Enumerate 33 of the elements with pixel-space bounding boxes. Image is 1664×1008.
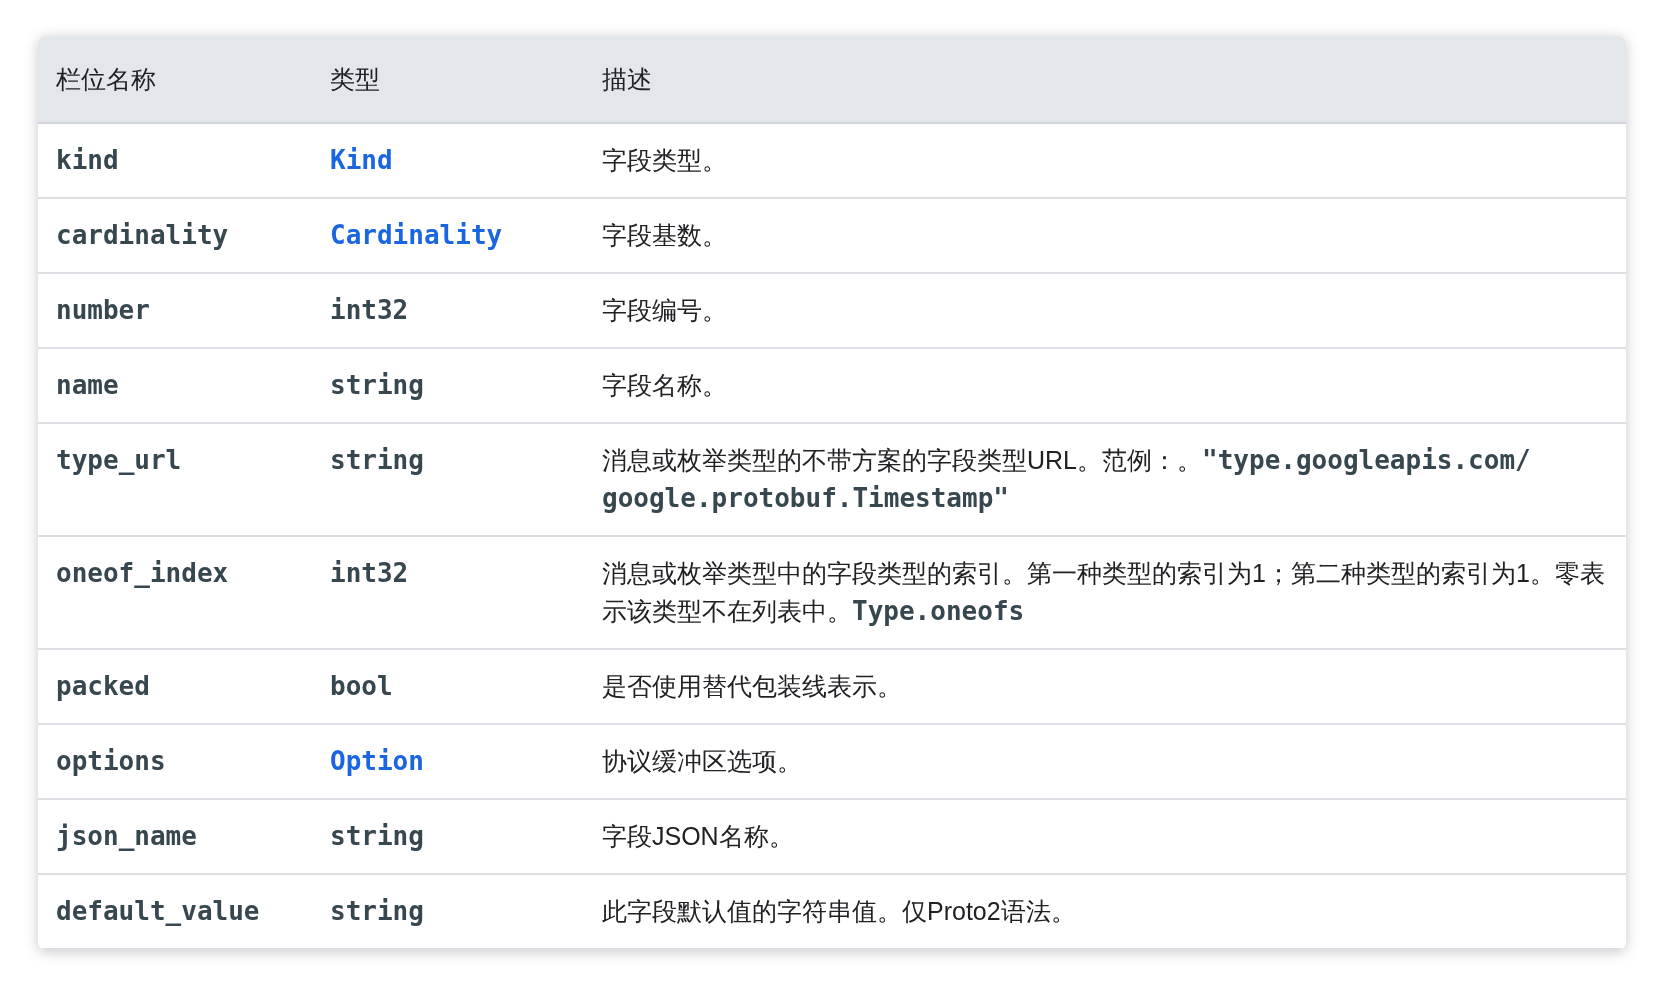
field-description: 协议缓冲区选项。 [602,747,802,775]
field-description: 消息或枚举类型中的字段类型的索引。第一种类型的索引为1；第二种类型的索引为1。零表示该类型不在列表中。Type.oneofs [602,559,1605,625]
field-name: oneof_index [56,558,229,588]
type-name: string [330,821,424,851]
field-description: 字段JSON名称。 [602,822,794,850]
field-name: kind [56,145,119,175]
type-name: string [330,370,424,400]
field-name: type_url [56,445,182,475]
type-link[interactable]: Cardinality [330,220,503,250]
field-description: 字段类型。 [602,146,727,174]
field-name: options [56,746,166,776]
type-name: string [330,445,424,475]
type-name: string [330,896,424,926]
field-description: 字段编号。 [602,296,727,324]
column-header: 描述 [584,36,1626,123]
field-name: json_name [56,821,197,851]
field-description: 消息或枚举类型的不带方案的字段类型URL。范例：。"type.googleapis.com/google.protobuf.Timestamp" [602,446,1531,512]
field-description: 是否使用替代包装线表示。 [602,672,902,700]
type-name: int32 [330,558,409,588]
column-header: 类型 [312,36,584,123]
field-name: number [56,295,150,325]
field-name: default_value [56,896,260,926]
field-name: cardinality [56,220,229,250]
field-description: 字段名称。 [602,371,727,399]
type-name: int32 [330,295,409,325]
type-link[interactable]: Kind [330,145,393,175]
type-link[interactable]: Option [330,746,424,776]
field-name: packed [56,671,150,701]
type-name: bool [330,671,393,701]
field-description: 此字段默认值的字符串值。仅Proto2语法。 [602,897,1076,925]
field-name: name [56,370,119,400]
field-description: 字段基数。 [602,221,727,249]
column-header: 栏位名称 [38,36,312,123]
